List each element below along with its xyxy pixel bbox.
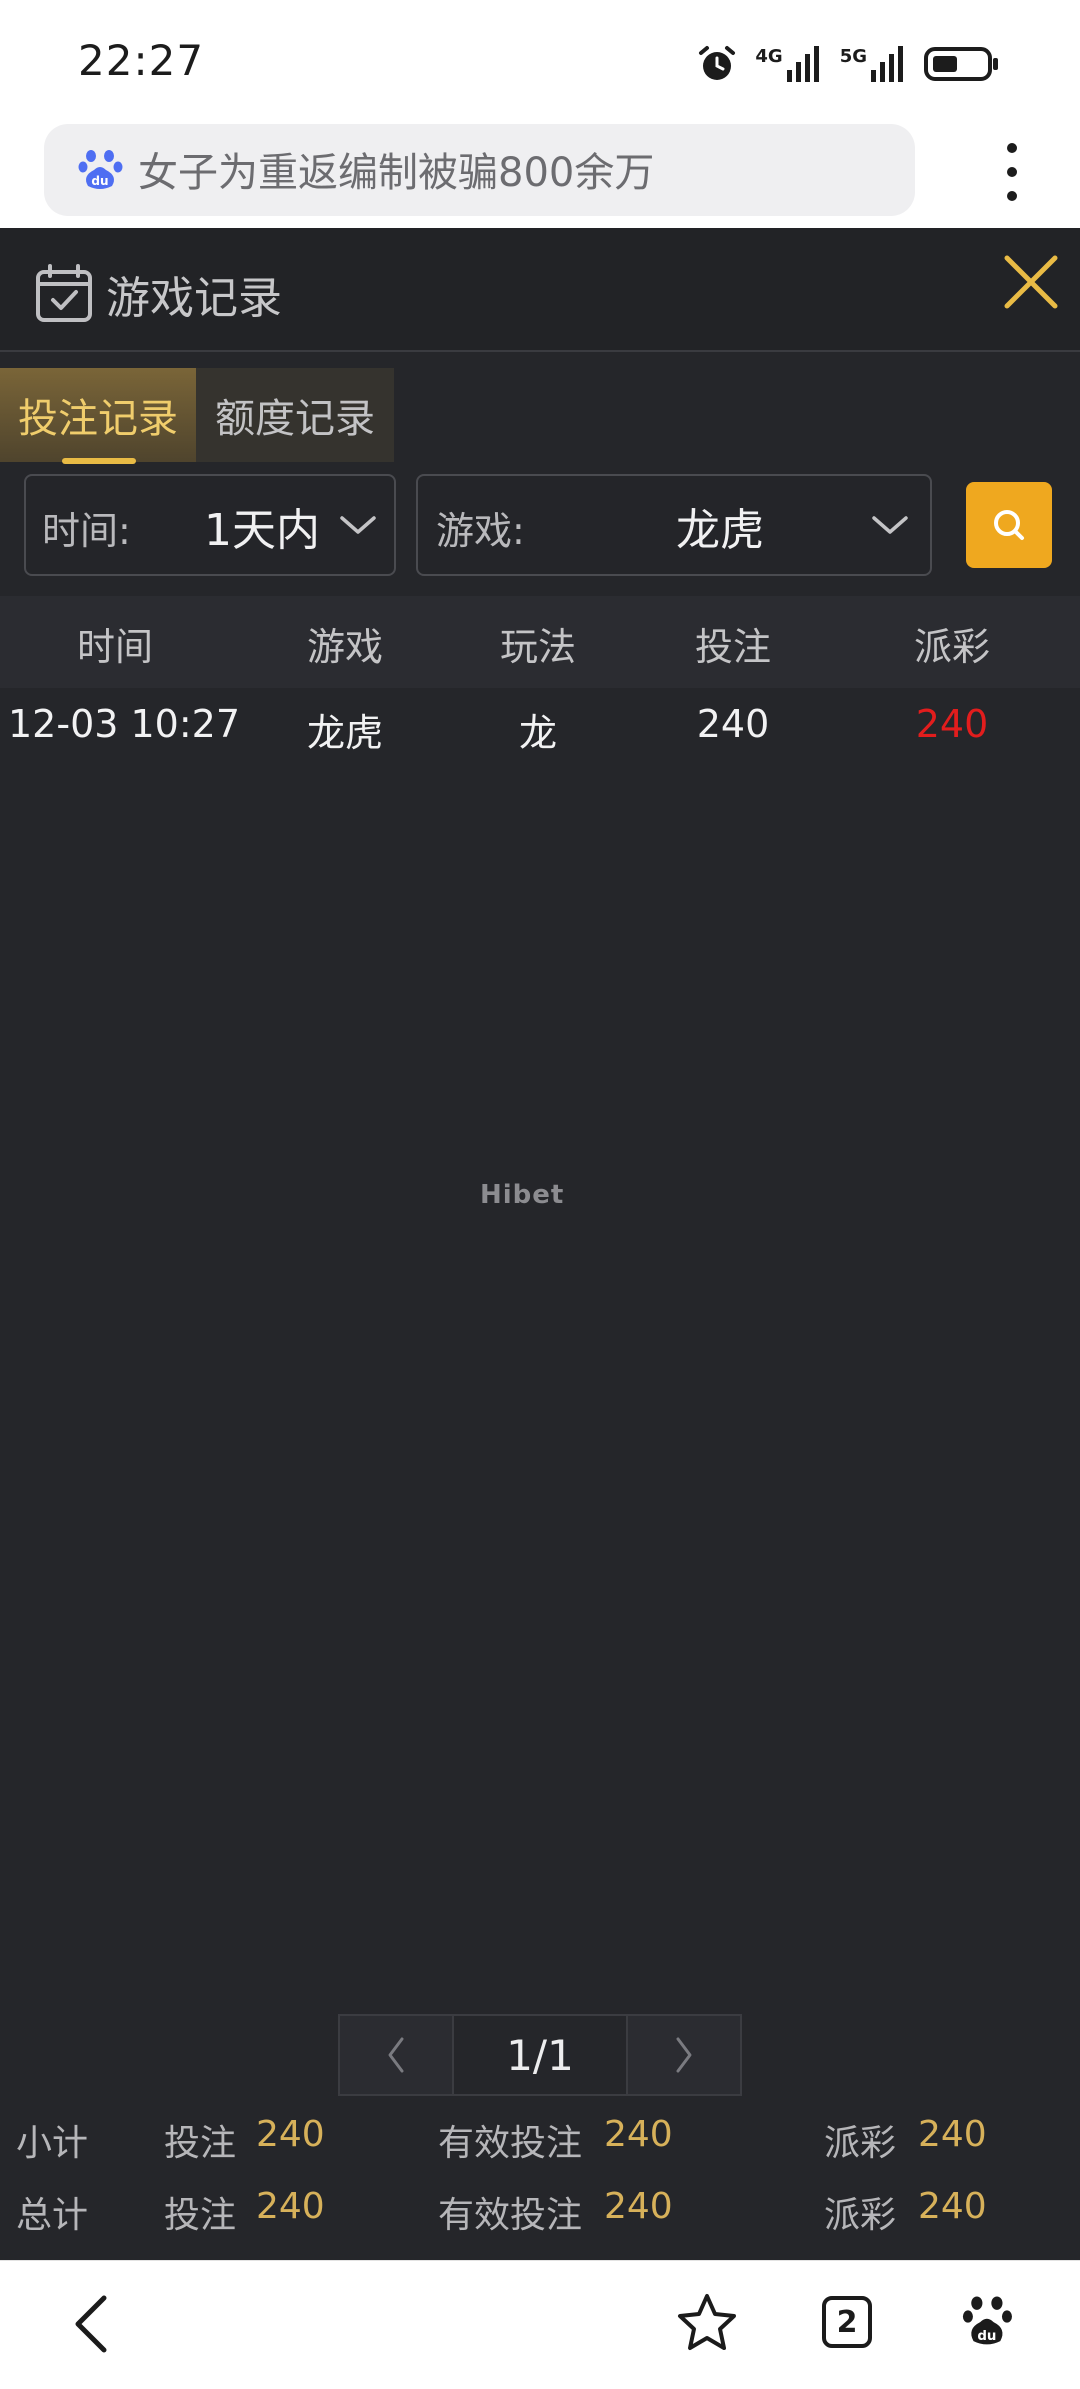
column-header-payout: 派彩 (913, 625, 990, 669)
subtotal-payout-label: 派彩 (824, 2123, 897, 2164)
search-icon (994, 510, 1024, 540)
total-bet-value: 240 (256, 2186, 325, 2227)
chevron-down-icon[interactable] (338, 512, 378, 538)
time-filter-label: 时间: (42, 509, 131, 553)
signal-5g: 5G (840, 46, 906, 82)
star-icon[interactable] (676, 2292, 738, 2354)
status-time: 22:27 (78, 36, 205, 85)
column-header-time: 时间 (76, 625, 153, 669)
alarm-icon (699, 46, 736, 80)
chevron-down-icon[interactable] (870, 512, 910, 538)
chevron-left-icon (388, 2037, 404, 2073)
battery-icon (924, 47, 998, 81)
prev-page-button[interactable] (338, 2014, 454, 2096)
total-payout-value: 240 (918, 2186, 987, 2227)
game-filter-value[interactable]: 龙虎 (676, 494, 764, 558)
cell-bet: 240 (696, 702, 770, 746)
tab-active-indicator (62, 458, 136, 464)
page-title: 游戏记录 (106, 273, 282, 324)
tab-credit-records[interactable]: 额度记录 (196, 368, 394, 462)
pagination: 1/1 (338, 2014, 742, 2096)
column-header-bet: 投注 (694, 625, 771, 669)
subtotal-bet-label: 投注 (164, 2123, 237, 2164)
cell-time: 12-03 10:27 (8, 702, 241, 746)
baidu-paw-icon: du (78, 150, 123, 189)
cell-play: 龙 (518, 711, 557, 755)
signal-4g: 4G (755, 46, 821, 82)
signal-4g-label: 4G (755, 46, 783, 67)
search-button[interactable] (966, 482, 1052, 568)
signal-bars-icon (786, 46, 819, 82)
cell-game: 龙虎 (306, 711, 383, 755)
total-bet-label: 投注 (164, 2195, 237, 2236)
status-icons: 4G 5G (697, 36, 1000, 92)
next-page-button[interactable] (626, 2014, 742, 2096)
total-valid-value: 240 (604, 2186, 673, 2227)
column-header-play: 玩法 (499, 625, 576, 669)
total-valid-label: 有效投注 (438, 2195, 583, 2236)
svg-text:du: du (977, 2329, 996, 2344)
subtotal-payout-value: 240 (918, 2114, 987, 2155)
address-text[interactable]: 女子为重返编制被骗800余万 (138, 140, 654, 198)
total-label: 总计 (16, 2195, 89, 2236)
subtotal-bet-value: 240 (256, 2114, 325, 2155)
subtotal-label: 小计 (16, 2123, 89, 2164)
baidu-paw-icon[interactable]: du (962, 2292, 1014, 2350)
watermark: Hibet (480, 1180, 565, 1210)
total-payout-label: 派彩 (824, 2195, 897, 2236)
tab-count-button[interactable]: 2 (822, 2296, 872, 2348)
cell-payout: 240 (915, 702, 989, 746)
game-filter-label: 游戏: (436, 509, 525, 553)
subtotal-valid-value: 240 (604, 2114, 673, 2155)
tab-label: 额度记录 (215, 396, 375, 442)
calendar-check-icon (36, 264, 92, 322)
more-vertical-icon[interactable] (992, 140, 1032, 204)
svg-text:du: du (91, 174, 108, 188)
chevron-right-icon (676, 2037, 692, 2073)
back-arrow-icon[interactable] (68, 2292, 112, 2356)
signal-bars-icon (871, 46, 903, 82)
close-icon[interactable] (1003, 254, 1059, 310)
tab-bet-records[interactable]: 投注记录 (0, 368, 196, 462)
page-indicator: 1/1 (454, 2014, 626, 2096)
tab-label: 投注记录 (18, 396, 178, 442)
time-filter-value[interactable]: 1天内 (204, 494, 320, 558)
column-header-game: 游戏 (306, 625, 383, 669)
signal-5g-label: 5G (839, 46, 867, 67)
subtotal-valid-label: 有效投注 (438, 2123, 583, 2164)
browser-bottom-nav (0, 2260, 1080, 2389)
